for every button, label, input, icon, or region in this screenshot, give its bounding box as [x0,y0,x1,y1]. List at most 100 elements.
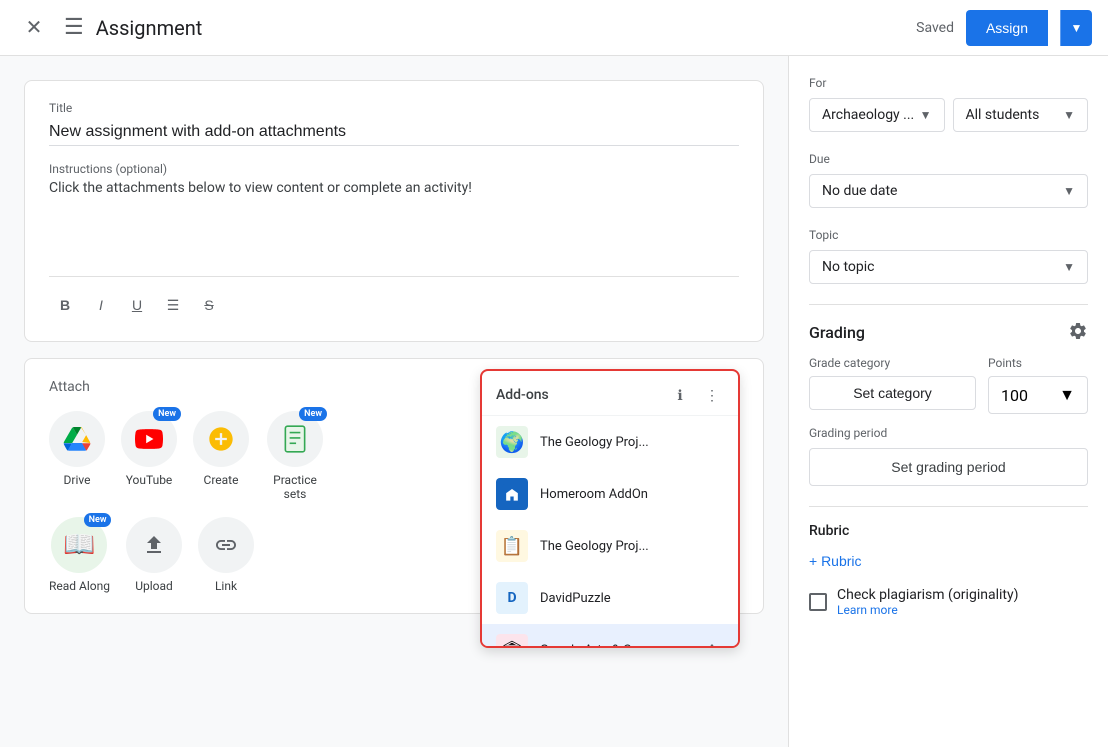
points-dropdown[interactable]: 100 ▼ [988,376,1088,414]
topic-value: No topic [822,259,874,275]
upload-icon [126,517,182,573]
class-dropdown[interactable]: Archaeology ... ▼ [809,98,945,132]
addons-header: Add-ons ℹ ⋮ [482,371,738,416]
instructions-label: Instructions (optional) [49,162,739,176]
attach-item-drive[interactable]: Drive [49,411,105,501]
attach-item-link[interactable]: Link [198,517,254,593]
addon-icon-geology1: 🌍 [496,426,528,458]
class-value: Archaeology ... [822,107,914,123]
list-button[interactable]: ☰ [157,289,189,321]
practice-sets-label: Practice sets [265,473,325,501]
divider-1 [809,304,1088,305]
plagiarism-checkbox[interactable] [809,593,827,611]
for-row: Archaeology ... ▼ All students ▼ [809,98,1088,132]
close-button[interactable]: ✕ [16,10,52,46]
italic-button[interactable]: I [85,289,117,321]
grade-row: Grade category Set category Points 100 ▼ [809,356,1088,414]
class-dropdown-arrow: ▼ [920,108,932,122]
addons-info-button[interactable]: ℹ [668,383,692,407]
addon-item-geology1[interactable]: 🌍 The Geology Proj... [482,416,738,468]
topic-dropdown-arrow: ▼ [1063,260,1075,274]
plagiarism-row: Check plagiarism (originality) Learn mor… [809,587,1088,617]
students-value: All students [966,107,1040,123]
right-panel: For Archaeology ... ▼ All students ▼ Due… [788,56,1108,747]
topic-label: Topic [809,228,1088,242]
addons-popup: Add-ons ℹ ⋮ 🌍 The Geology Proj... [480,369,740,648]
create-icon [193,411,249,467]
formatting-toolbar: B I U ☰ S [49,276,739,321]
saved-status: Saved [916,20,954,36]
addon-name-geology2: The Geology Proj... [540,539,724,554]
grading-period-label: Grading period [809,426,1088,440]
attach-item-practice-sets[interactable]: New Practice sets [265,411,325,501]
addon-icon-google-arts: 🏛 [496,634,528,646]
topic-section: Topic No topic ▼ [809,228,1088,284]
points-dropdown-arrow: ▼ [1059,385,1075,405]
addons-menu-button[interactable]: ⋮ [700,383,724,407]
instructions-input[interactable]: Click the attachments below to view cont… [49,180,739,260]
grade-category-label: Grade category [809,356,976,370]
left-panel: Title Instructions (optional) Click the … [0,56,788,747]
youtube-new-badge: New [153,407,181,421]
grading-section: Grading Grade category Set category Poin… [809,321,1088,486]
form-card: Title Instructions (optional) Click the … [24,80,764,342]
plagiarism-label: Check plagiarism (originality) [837,587,1018,603]
attach-item-upload[interactable]: Upload [126,517,182,593]
upload-label: Upload [135,579,173,593]
addon-item-homeroom[interactable]: Homeroom AddOn [482,468,738,520]
underline-button[interactable]: U [121,289,153,321]
grading-settings-button[interactable] [1068,321,1088,344]
students-dropdown-arrow: ▼ [1063,108,1075,122]
points-label: Points [988,356,1088,370]
page-title: Assignment [96,16,203,40]
rubric-title: Rubric [809,523,1088,539]
app-header: ✕ ☰ Assignment Saved Assign ▼ [0,0,1108,56]
divider-2 [809,506,1088,507]
addon-item-google-arts[interactable]: 🏛 Google Arts & Cu... ℹ [482,624,738,646]
due-section: Due No due date ▼ [809,152,1088,208]
document-icon: ☰ [64,15,84,40]
add-rubric-button[interactable]: + Rubric [809,547,862,575]
title-input[interactable] [49,119,739,146]
topic-dropdown[interactable]: No topic ▼ [809,250,1088,284]
attach-card: Attach Drive [24,358,764,614]
set-category-button[interactable]: Set category [809,376,976,410]
create-label: Create [204,473,239,487]
youtube-icon: New [121,411,177,467]
read-along-label: Read Along [49,579,110,593]
drive-label: Drive [64,473,91,487]
addons-header-icons: ℹ ⋮ [668,383,724,407]
header-right: Saved Assign ▼ [916,10,1092,46]
practice-sets-new-badge: New [299,407,327,421]
assign-dropdown-button[interactable]: ▼ [1060,10,1092,46]
addon-icon-homeroom [496,478,528,510]
addons-title: Add-ons [496,387,549,403]
drive-icon [49,411,105,467]
addon-item-geology2[interactable]: 📋 The Geology Proj... [482,520,738,572]
learn-more-link[interactable]: Learn more [837,603,1018,617]
addon-icon-davidpuzzle: D [496,582,528,614]
attach-item-create[interactable]: Create [193,411,249,501]
due-dropdown-arrow: ▼ [1063,184,1075,198]
header-left: ✕ ☰ Assignment [16,10,202,46]
points-col: Points 100 ▼ [988,356,1088,414]
due-dropdown[interactable]: No due date ▼ [809,174,1088,208]
title-label: Title [49,101,739,115]
attach-item-read-along[interactable]: 📖 New Read Along [49,517,110,593]
read-along-icon: 📖 New [51,517,107,573]
addon-name-geology1: The Geology Proj... [540,435,724,450]
students-dropdown[interactable]: All students ▼ [953,98,1089,132]
grading-title: Grading [809,321,1088,344]
addon-info-google-arts[interactable]: ℹ [700,638,724,646]
addon-name-homeroom: Homeroom AddOn [540,487,724,502]
set-grading-period-button[interactable]: Set grading period [809,448,1088,486]
addon-name-davidpuzzle: DavidPuzzle [540,591,724,606]
addon-item-davidpuzzle[interactable]: D DavidPuzzle [482,572,738,624]
bold-button[interactable]: B [49,289,81,321]
rubric-section: Rubric + Rubric [809,523,1088,575]
attach-item-youtube[interactable]: New YouTube [121,411,177,501]
assign-button[interactable]: Assign [966,10,1048,46]
strikethrough-button[interactable]: S [193,289,225,321]
addon-name-google-arts: Google Arts & Cu... [540,643,688,647]
for-label: For [809,76,1088,90]
